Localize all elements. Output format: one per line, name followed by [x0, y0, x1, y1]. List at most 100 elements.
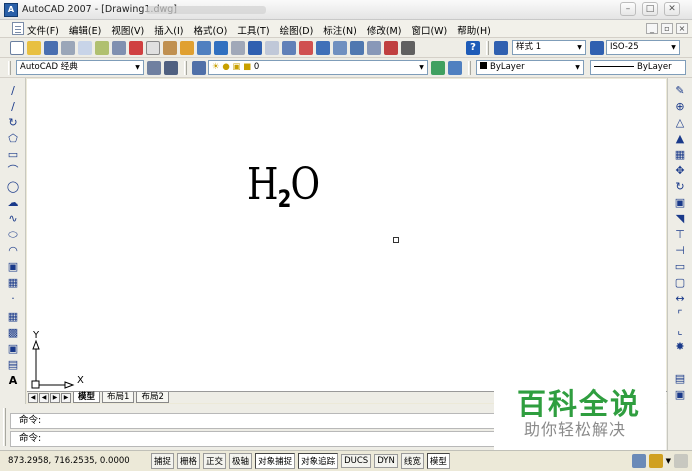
- menu-help[interactable]: 帮助(H): [457, 23, 491, 37]
- markup-icon[interactable]: [384, 41, 398, 55]
- zoom-previous-icon[interactable]: [299, 41, 313, 55]
- my-workspace-icon[interactable]: [164, 61, 178, 75]
- calculator-icon[interactable]: [401, 41, 415, 55]
- menu-tools[interactable]: 工具(T): [237, 23, 269, 37]
- polar-toggle[interactable]: 极轴: [229, 453, 253, 469]
- break-icon[interactable]: ▢: [673, 276, 687, 290]
- command-scrollbar[interactable]: [667, 404, 692, 450]
- rotate-icon[interactable]: ↻: [673, 180, 687, 194]
- circle-icon[interactable]: ◯: [6, 180, 20, 194]
- new-icon[interactable]: [10, 41, 24, 55]
- toolbar-lock-icon[interactable]: [648, 454, 663, 468]
- grid-toggle[interactable]: 栅格: [177, 453, 201, 469]
- next-tab-button[interactable]: ▶: [50, 392, 60, 403]
- sheet-set-icon[interactable]: [367, 41, 381, 55]
- copy-object-icon[interactable]: ⊕: [673, 100, 687, 114]
- menu-edit[interactable]: 编辑(E): [69, 23, 101, 37]
- tab-layout2[interactable]: 布局2: [136, 392, 169, 403]
- menu-dimension[interactable]: 标注(N): [323, 23, 357, 37]
- gradient-icon[interactable]: ▩: [6, 326, 20, 340]
- draw-order-icon[interactable]: ▤: [673, 372, 687, 386]
- paste-icon[interactable]: [163, 41, 177, 55]
- text-style-select[interactable]: 样式 1 ▼: [512, 40, 586, 55]
- polyline-icon[interactable]: ↻: [6, 116, 20, 130]
- close-button[interactable]: ✕: [664, 2, 680, 16]
- join-icon[interactable]: ↔: [673, 292, 687, 306]
- tool-palettes-icon[interactable]: [350, 41, 364, 55]
- explode-icon[interactable]: ✸: [673, 340, 687, 354]
- command-input[interactable]: 命令:: [10, 431, 495, 447]
- bring-to-front-icon[interactable]: ▣: [673, 388, 687, 402]
- menu-view[interactable]: 视图(V): [111, 23, 144, 37]
- layer-select[interactable]: ☀ ● ▣ ■ 0 ▼: [208, 60, 428, 75]
- multiline-text-icon[interactable]: A: [6, 374, 20, 388]
- doc-restore-button[interactable]: ▫: [661, 23, 673, 34]
- stretch-icon[interactable]: ◥: [673, 212, 687, 226]
- make-block-icon[interactable]: ▦: [6, 276, 20, 290]
- menu-modify[interactable]: 修改(M): [367, 23, 402, 37]
- rectangle-icon[interactable]: ▭: [6, 148, 20, 162]
- prev-tab-button[interactable]: ◀: [39, 392, 49, 403]
- point-icon[interactable]: ·: [6, 292, 20, 306]
- doc-minimize-button[interactable]: _: [646, 23, 658, 34]
- properties-icon[interactable]: [316, 41, 330, 55]
- array-icon[interactable]: ▦: [673, 148, 687, 162]
- toolbar-grip[interactable]: [184, 61, 187, 75]
- plot-icon[interactable]: [61, 41, 75, 55]
- color-select[interactable]: ByLayer ▼: [476, 60, 584, 75]
- doc-close-button[interactable]: ×: [676, 23, 688, 34]
- match-properties-icon[interactable]: [180, 41, 194, 55]
- fillet-icon[interactable]: ⌞: [673, 324, 687, 338]
- menu-insert[interactable]: 插入(I): [154, 23, 183, 37]
- make-current-layer-icon[interactable]: [431, 61, 445, 75]
- 3dwf-icon[interactable]: [112, 41, 126, 55]
- region-icon[interactable]: ▣: [6, 342, 20, 356]
- layer-previous-icon[interactable]: [448, 61, 462, 75]
- tab-layout1[interactable]: 布局1: [102, 392, 135, 403]
- zoom-window-icon[interactable]: [282, 41, 296, 55]
- help-icon[interactable]: ?: [466, 41, 480, 55]
- menu-window[interactable]: 窗口(W): [411, 23, 447, 37]
- copy-icon[interactable]: [146, 41, 160, 55]
- autocad-app-icon[interactable]: A: [4, 3, 18, 17]
- lineweight-toggle[interactable]: 线宽: [400, 453, 424, 469]
- last-tab-button[interactable]: ▶: [61, 392, 71, 403]
- model-space-toggle[interactable]: 模型: [426, 453, 450, 469]
- erase-icon[interactable]: ✎: [673, 84, 687, 98]
- ortho-toggle[interactable]: 正交: [203, 453, 227, 469]
- toolbar-grip[interactable]: [486, 41, 489, 55]
- break-at-point-icon[interactable]: ▭: [673, 260, 687, 274]
- dim-style-icon[interactable]: [590, 41, 604, 55]
- cut-icon[interactable]: [129, 41, 143, 55]
- ellipse-arc-icon[interactable]: ◠: [6, 244, 20, 258]
- clean-screen-icon[interactable]: [674, 454, 688, 468]
- otrack-toggle[interactable]: 对象追踪: [298, 453, 339, 469]
- polygon-icon[interactable]: ⬠: [6, 132, 20, 146]
- offset-icon[interactable]: ▲: [673, 132, 687, 146]
- document-icon[interactable]: [12, 22, 24, 35]
- spline-icon[interactable]: ∿: [6, 212, 20, 226]
- dim-style-select[interactable]: ISO-25 ▼: [606, 40, 680, 55]
- first-tab-button[interactable]: ◀: [28, 392, 38, 403]
- maximize-button[interactable]: □: [642, 2, 658, 16]
- scale-icon[interactable]: ▣: [673, 196, 687, 210]
- insert-block-icon[interactable]: ▣: [6, 260, 20, 274]
- undo-icon[interactable]: [214, 41, 228, 55]
- command-window-grip[interactable]: [3, 408, 6, 446]
- ellipse-icon[interactable]: ⬭: [6, 228, 20, 242]
- arc-icon[interactable]: ⌒: [6, 164, 20, 178]
- workspace-select[interactable]: AutoCAD 经典 ▼: [16, 60, 144, 75]
- coordinate-readout[interactable]: 873.2958, 716.2535, 0.0000: [8, 456, 148, 466]
- redo-icon[interactable]: [231, 41, 245, 55]
- toolbar-grip[interactable]: [468, 61, 471, 75]
- revision-cloud-icon[interactable]: ☁: [6, 196, 20, 210]
- menu-file[interactable]: 文件(F): [27, 23, 59, 37]
- pan-icon[interactable]: [248, 41, 262, 55]
- linetype-select[interactable]: ByLayer: [590, 60, 686, 75]
- hatch-icon[interactable]: ▦: [6, 310, 20, 324]
- move-icon[interactable]: ✥: [673, 164, 687, 178]
- table-icon[interactable]: ▤: [6, 358, 20, 372]
- zoom-realtime-icon[interactable]: [265, 41, 279, 55]
- tab-model[interactable]: 模型: [73, 392, 101, 403]
- status-menu-chevron-icon[interactable]: ▼: [666, 454, 671, 468]
